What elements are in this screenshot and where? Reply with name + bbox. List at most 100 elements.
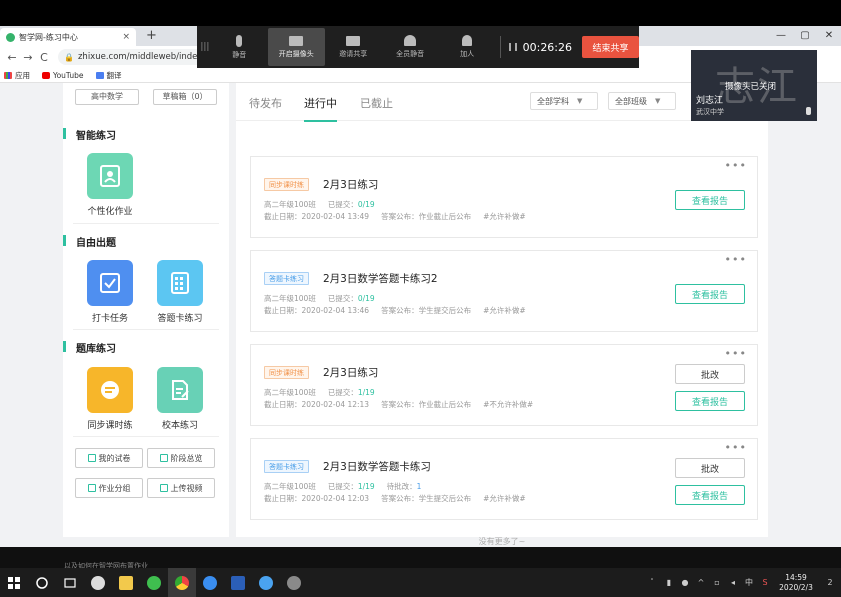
papers-icon [87,454,96,462]
bookmark-translate[interactable]: 翻译 [95,70,122,81]
subject-select[interactable]: 高中数学 [75,89,139,105]
notifications-icon[interactable]: 2 [819,578,841,587]
participant-video-thumbnail[interactable]: 志江 摄像头已关闭 刘志江 武汉中学 [691,50,817,121]
browser-tab[interactable]: 智学网-练习中心 × [0,28,136,46]
camera-off-label: 摄像头已关闭 [725,82,777,92]
forward-arrow-icon[interactable]: → [20,51,36,64]
word-icon[interactable] [224,568,252,597]
tool-school-practice[interactable]: 校本练习 [148,367,212,431]
more-options-icon[interactable]: ••• [725,159,747,172]
view-report-button[interactable]: 查看报告 [675,485,745,505]
apps-grid-icon [4,71,12,79]
tool-personalized-homework[interactable]: 个性化作业 [78,153,142,217]
sidebar-top-controls: 高中数学 草稿箱（0） [75,89,217,105]
clock[interactable]: 14:59 2020/2/3 [773,573,819,593]
tab-closed[interactable]: 已截止 [360,95,393,111]
bookmark-youtube[interactable]: YouTube [42,71,84,80]
view-report-button[interactable]: 查看报告 [675,284,745,304]
timer-text: 00:26:26 [522,40,573,54]
mute-all-button[interactable]: 全员静音 [382,28,439,66]
draft-box-button[interactable]: 草稿箱（0） [153,89,217,105]
reload-icon[interactable]: C [36,51,52,64]
section-title-question-bank: 题库练习 [63,340,116,355]
tab-in-progress[interactable]: 进行中 [304,95,337,122]
sync-lesson-icon [87,367,133,413]
battery-icon[interactable]: ▮ [661,578,677,587]
windows-start-icon[interactable] [0,568,28,597]
add-person-button[interactable]: 加人 [439,28,496,66]
app-icon[interactable] [252,568,280,597]
ime-indicator[interactable]: 中 [741,577,757,588]
app-icon[interactable] [196,568,224,597]
network-icon[interactable]: ▫ [709,578,725,587]
task-view-icon[interactable] [56,568,84,597]
more-options-icon[interactable]: ••• [725,347,747,360]
button-label: 阶段总览 [170,453,203,463]
deadline: 截止日期：2020-02-04 13:46 [264,306,370,315]
view-report-button[interactable]: 查看报告 [675,391,745,411]
chevron-up-icon[interactable]: ^ [693,578,709,587]
sogou-icon[interactable]: S [757,578,773,587]
upload-video-button[interactable]: 上传视频 [147,478,215,498]
bookmark-apps[interactable]: 应用 [4,70,30,81]
pending-count: 1 [416,482,422,491]
browser-360-icon[interactable] [140,568,168,597]
type-badge: 答题卡练习 [264,460,309,473]
more-options-icon[interactable]: ••• [725,441,747,454]
new-tab-button[interactable]: + [146,28,157,43]
search-icon[interactable] [28,568,56,597]
browser-tab-title: 智学网-练习中心 [19,32,78,42]
volume-icon[interactable]: ◂ [725,578,741,587]
back-arrow-icon[interactable]: ← [4,51,20,64]
subject-filter-dropdown[interactable]: 全部学科 ▼ [530,92,598,110]
card-deadline-line: 截止日期：2020-02-04 12:13 答案公布：作业截止后公布 #不允许补做# [264,399,533,410]
class-filter-dropdown[interactable]: 全部班级 ▼ [608,92,676,110]
deadline: 截止日期：2020-02-04 12:13 [264,400,370,409]
tab-pending[interactable]: 待发布 [249,95,282,111]
stage-overview-button[interactable]: 阶段总览 [147,448,215,468]
class-name: 高二年级100班 [264,482,316,491]
tool-label: 个性化作业 [87,207,133,217]
person-icon[interactable]: ﾟ [645,577,661,588]
my-papers-button[interactable]: 我的试卷 [75,448,143,468]
microphone-icon [806,107,811,115]
minimize-button[interactable]: — [769,26,793,46]
more-options-icon[interactable]: ••• [725,253,747,266]
homework-card: ••• 同步课时练 2月3日练习 高二年级100班 已提交：1/19 截止日期：2… [250,344,758,426]
microphone-icon [236,34,243,47]
start-camera-button[interactable]: 开启摄像头 [267,28,325,66]
homework-title[interactable]: 2月3日数学答题卡练习 [323,459,431,474]
view-report-button[interactable]: 查看报告 [675,190,745,210]
close-window-button[interactable]: ✕ [817,26,841,46]
divider [73,223,219,224]
meeting-item-label: 全员静音 [396,50,425,58]
app-icon[interactable] [84,568,112,597]
chrome-icon[interactable] [168,568,196,597]
answer-sheet-icon [157,260,203,306]
grade-button[interactable]: 批改 [675,458,745,478]
homework-title[interactable]: 2月3日练习 [323,365,378,380]
answer-release: 答案公布：作业截止后公布 [381,212,472,221]
homework-title[interactable]: 2月3日数学答题卡练习2 [323,271,438,286]
stop-share-button[interactable]: 结束共享 [582,36,639,58]
wechat-icon[interactable]: ● [677,578,693,587]
tool-sync-lesson-practice[interactable]: 同步课时练 [78,367,142,431]
file-explorer-icon[interactable] [112,568,140,597]
invite-share-button[interactable]: 邀请共享 [325,28,382,66]
button-label: 作业分组 [98,483,131,493]
grade-button[interactable]: 批改 [675,364,745,384]
page-content: 高中数学 草稿箱（0） 智能练习 个性化作业 自由出题 打卡任务 答题卡练习 题… [0,83,841,547]
maximize-button[interactable]: ▢ [793,26,817,46]
app-icon[interactable] [280,568,308,597]
tool-checkin-task[interactable]: 打卡任务 [78,260,142,324]
homework-title[interactable]: 2月3日练习 [323,177,378,192]
type-badge: 同步课时练 [264,366,309,379]
homework-group-button[interactable]: 作业分组 [75,478,143,498]
drag-handle-icon[interactable]: ||| [199,42,211,52]
tool-answer-sheet[interactable]: 答题卡练习 [148,260,212,324]
close-tab-icon[interactable]: × [122,32,130,42]
mute-button[interactable]: 静音 [211,28,268,66]
tool-label: 答题卡练习 [157,314,203,324]
meeting-item-label: 邀请共享 [339,49,368,58]
card-deadline-line: 截止日期：2020-02-04 13:46 答案公布：学生提交后公布 #允许补做# [264,305,526,316]
